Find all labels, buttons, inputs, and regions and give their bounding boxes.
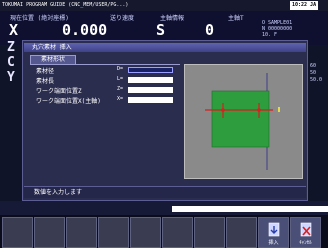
dialog-title: 丸穴素材 挿入 (24, 43, 306, 52)
stock-diameter-input[interactable]: 100. (128, 67, 173, 85)
right-point-marker (257, 108, 261, 112)
field-label-stock-diameter: 素材径 (36, 68, 55, 75)
program-path: TOKUMAI PROGRAM GUIDE (CNC_MEM/USER/PG..… (2, 2, 129, 8)
softkey-4[interactable] (98, 217, 129, 248)
softkey-3[interactable] (66, 217, 97, 248)
y-axis-label: Y (7, 70, 15, 85)
insert-icon (268, 222, 280, 237)
field-label-stock-length: 素材長 (36, 78, 55, 85)
softkey-1[interactable] (2, 217, 33, 248)
input-line[interactable] (172, 206, 328, 212)
softkey-insert[interactable]: 挿入 (258, 217, 289, 248)
softkey-7[interactable] (194, 217, 225, 248)
feed-label: 送り速度 (110, 15, 135, 22)
field-tag-x: X= (117, 96, 124, 102)
c-axis-label: C (7, 55, 15, 70)
cancel-icon (300, 222, 312, 237)
field-tag-d: D= (117, 66, 124, 72)
stock-preview-drawing (205, 73, 280, 170)
dimension-marker (278, 107, 280, 112)
message-bar: 数値を入力します (24, 186, 306, 198)
z-axis-label: Z (7, 40, 15, 55)
softkey-cancel[interactable]: ｷｬﾝｾﾙ (290, 217, 321, 248)
x-position-value: 0.000 (62, 21, 108, 39)
softkey-insert-label: 挿入 (268, 240, 279, 246)
clock: 10:22 JA (290, 1, 319, 10)
softkey-8[interactable] (226, 217, 257, 248)
title-bar: TOKUMAI PROGRAM GUIDE (CNC_MEM/USER/PG..… (0, 0, 328, 11)
field-label-work-face-x: ワーク端面位置X(主軸) (36, 98, 101, 105)
spindle-s-value: 0 (205, 21, 215, 39)
softkey-cancel-label: ｷｬﾝｾﾙ (299, 240, 312, 246)
right-value-3: 50.0 (310, 77, 323, 83)
stock-preview (184, 64, 303, 179)
extra-info: 10. F (262, 32, 278, 38)
stock-length-input[interactable] (128, 77, 173, 83)
tab-underline (30, 64, 180, 65)
work-face-x-input[interactable] (128, 97, 173, 103)
softkey-6[interactable] (162, 217, 193, 248)
stock-shape (211, 90, 270, 148)
field-label-work-face-z: ワーク端面位置Z (36, 88, 82, 95)
work-face-z-input[interactable] (128, 87, 173, 93)
field-tag-l: L= (117, 76, 124, 82)
tool-label: 主軸T (228, 15, 244, 22)
tab-stock-shape[interactable]: 素材形状 (30, 55, 76, 64)
softkey-2[interactable] (34, 217, 65, 248)
position-label: 現在位置 (絶対座標) (10, 15, 69, 22)
right-value-1: 60 (310, 63, 317, 69)
softkey-5[interactable] (130, 217, 161, 248)
spindle-s-label: S (156, 21, 166, 39)
x-axis-label: X (9, 21, 19, 39)
field-tag-z: Z= (117, 86, 124, 92)
work-face-x-value (128, 108, 129, 114)
left-point-marker (221, 108, 225, 112)
right-value-2: 50 (310, 70, 317, 76)
